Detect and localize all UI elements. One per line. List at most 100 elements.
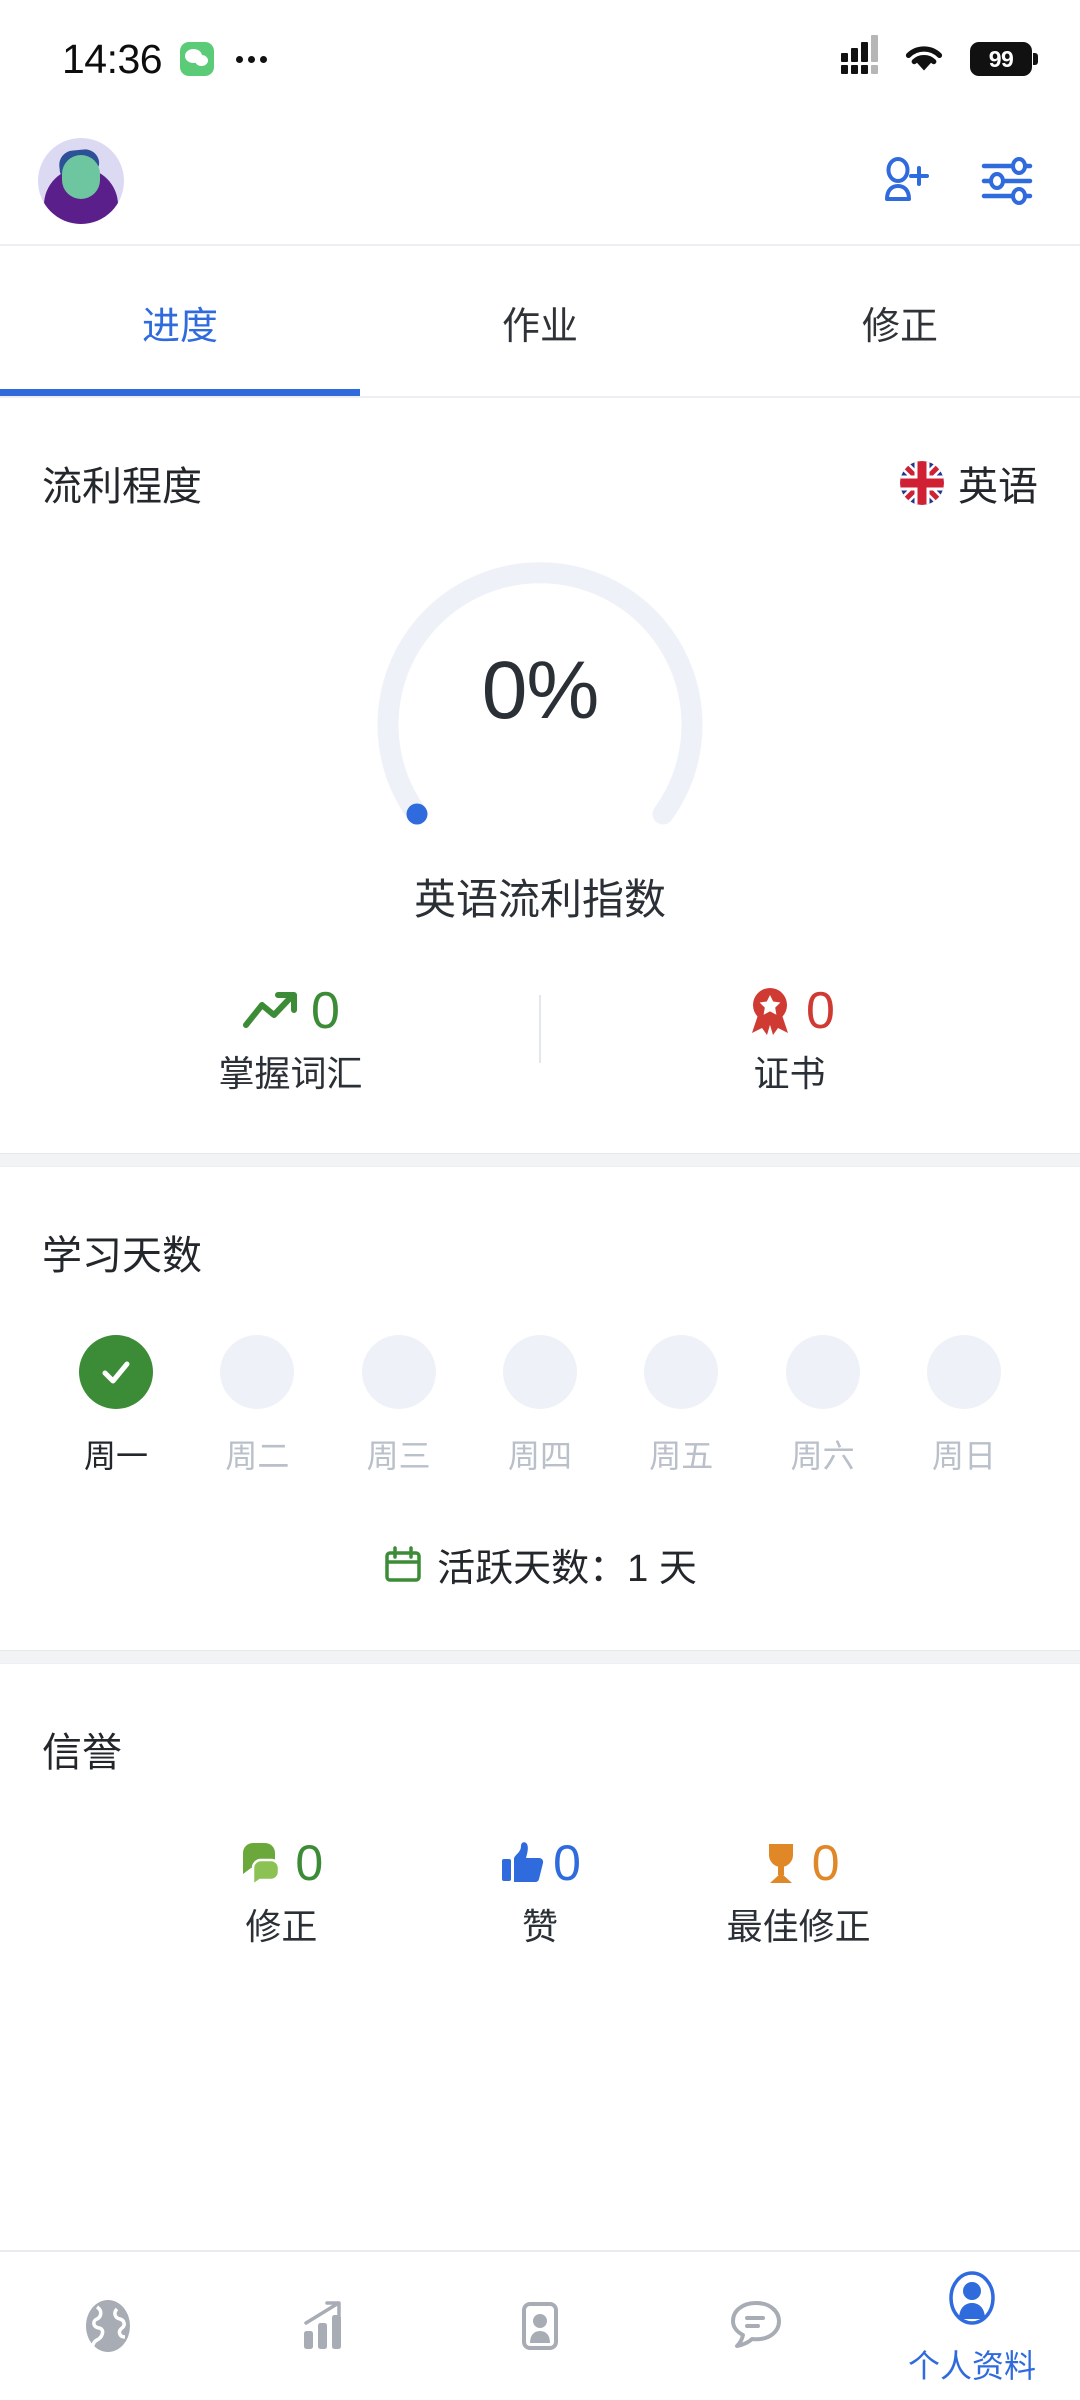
day-wednesday-label: 周三 [366, 1438, 431, 1474]
day-tuesday-circle [220, 1335, 295, 1409]
settings-sliders-icon[interactable] [978, 152, 1036, 210]
language-name: 英语 [958, 465, 1038, 509]
day-monday[interactable]: 周一 [60, 1335, 172, 1477]
chat-bubbles-icon [243, 1843, 281, 1885]
rep-corrections[interactable]: 0 修正 [152, 1838, 411, 1950]
stat-vocabulary[interactable]: 0 掌握词汇 [42, 985, 539, 1097]
day-saturday[interactable]: 周六 [767, 1335, 879, 1477]
stats-chart-icon [293, 2291, 355, 2361]
reputation-title: 信誉 [42, 1731, 122, 1775]
reputation-row: 0 修正 0 赞 0 最佳修正 [42, 1838, 1038, 2020]
fluency-percent: 0% [481, 645, 600, 736]
nav-item-contacts[interactable] [432, 2252, 648, 2400]
fluency-section: 流利程度 英语 0% 英语流利指数 0 掌握词汇 0 证书 [0, 398, 1080, 1153]
study-days-section: 学习天数 周一 周二 周三 周四 周五 周六 周日 活跃天数：1 天 [0, 1167, 1080, 1650]
day-friday-circle [644, 1335, 719, 1409]
id-card-icon [509, 2291, 571, 2361]
rep-likes-label: 赞 [522, 1906, 559, 1947]
stat-certificates-top: 0 [744, 985, 835, 1037]
app-screen: 14:36 99 进度 作业 修正 流利程度 英语 0% 英语流利指数 0 掌握… [0, 0, 1080, 2400]
battery-indicator: 99 [970, 42, 1038, 76]
day-wednesday-circle [361, 1335, 436, 1409]
uk-flag-icon [900, 461, 944, 505]
tab-progress[interactable]: 进度 [0, 246, 360, 398]
chat-icon [725, 2291, 787, 2361]
cellular-signal-icon [841, 35, 878, 74]
header-actions [876, 152, 1036, 210]
day-monday-circle [79, 1335, 153, 1409]
nav-item-stats[interactable] [216, 2252, 432, 2400]
reputation-section: 信誉 0 修正 0 赞 0 最佳修正 [0, 1664, 1080, 2020]
stat-certificates[interactable]: 0 证书 [541, 985, 1038, 1097]
nav-item-profile-label: 个人资料 [907, 2348, 1036, 2384]
day-friday[interactable]: 周五 [625, 1335, 737, 1477]
app-header [0, 118, 1080, 246]
stat-certificates-value: 0 [806, 982, 835, 1040]
status-bar-left: 14:36 [62, 35, 268, 83]
reputation-header: 信誉 [42, 1664, 1038, 1778]
active-days-row: 活跃天数：1 天 [42, 1537, 1038, 1650]
fluency-header: 流利程度 英语 [42, 398, 1038, 512]
fluency-gauge: 0% [355, 532, 725, 852]
rep-best-corrections-top: 0 [758, 1838, 840, 1888]
nav-item-profile[interactable]: 个人资料 [864, 2252, 1080, 2400]
rep-corrections-label: 修正 [245, 1906, 318, 1947]
wifi-icon [905, 46, 943, 71]
status-bar: 14:36 99 [0, 0, 1080, 118]
calendar-icon [385, 1545, 421, 1582]
day-thursday-circle [502, 1335, 577, 1409]
status-bar-right: 99 [841, 35, 1038, 76]
day-friday-label: 周五 [649, 1438, 714, 1474]
day-sunday-label: 周日 [931, 1438, 996, 1474]
day-sunday-circle [926, 1335, 1001, 1409]
language-selector[interactable]: 英语 [900, 454, 1038, 512]
day-tuesday-label: 周二 [225, 1438, 290, 1474]
trophy-icon [768, 1844, 793, 1883]
wechat-icon [180, 42, 215, 76]
study-days-title: 学习天数 [42, 1234, 202, 1278]
stat-vocabulary-value: 0 [311, 982, 340, 1040]
day-saturday-label: 周六 [790, 1438, 855, 1474]
award-medal-icon [752, 988, 789, 1035]
rep-corrections-top: 0 [239, 1838, 323, 1888]
day-tuesday[interactable]: 周二 [201, 1335, 313, 1477]
fluency-caption: 英语流利指数 [413, 876, 666, 923]
tab-bar: 进度 作业 修正 [0, 246, 1080, 398]
stat-vocabulary-label: 掌握词汇 [218, 1053, 363, 1094]
battery-level: 99 [988, 45, 1014, 72]
main-content: 流利程度 英语 0% 英语流利指数 0 掌握词汇 0 证书 学习天数 周一 周二… [0, 398, 1080, 2250]
trending-up-icon [243, 992, 298, 1028]
day-monday-label: 周一 [83, 1438, 148, 1474]
nav-item-chat[interactable] [648, 2252, 864, 2400]
rep-likes[interactable]: 0 赞 [411, 1838, 670, 1950]
day-saturday-circle [785, 1335, 860, 1409]
day-wednesday[interactable]: 周三 [343, 1335, 455, 1477]
section-divider-2 [0, 1650, 1080, 1664]
thumbs-up-icon [502, 1842, 544, 1883]
study-days-header: 学习天数 [42, 1167, 1038, 1281]
day-sunday[interactable]: 周日 [908, 1335, 1020, 1477]
fluency-title: 流利程度 [42, 465, 202, 509]
rep-best-corrections[interactable]: 0 最佳修正 [669, 1838, 928, 1950]
tab-corrections[interactable]: 修正 [720, 246, 1080, 398]
day-thursday[interactable]: 周四 [484, 1335, 596, 1477]
check-icon [102, 1361, 130, 1384]
rep-best-corrections-value: 0 [811, 1835, 840, 1891]
tab-homework[interactable]: 作业 [360, 246, 720, 398]
active-days-text: 活跃天数：1 天 [437, 1548, 697, 1590]
nav-item-discover[interactable] [0, 2252, 216, 2400]
add-friend-icon[interactable] [876, 152, 934, 210]
stat-vocabulary-top: 0 [241, 985, 340, 1037]
rep-best-corrections-label: 最佳修正 [726, 1906, 871, 1947]
day-thursday-label: 周四 [507, 1438, 572, 1474]
status-time: 14:36 [62, 35, 163, 82]
rep-corrections-value: 0 [295, 1835, 324, 1891]
bottom-nav: 个人资料 [0, 2250, 1080, 2400]
avatar[interactable] [38, 138, 124, 224]
more-dots-icon [236, 55, 268, 63]
fluency-gauge-wrap: 0% [42, 532, 1038, 852]
fluency-stats-row: 0 掌握词汇 0 证书 [42, 985, 1038, 1153]
stat-certificates-label: 证书 [753, 1053, 826, 1094]
rep-likes-value: 0 [553, 1835, 581, 1891]
globe-icon [77, 2291, 139, 2361]
